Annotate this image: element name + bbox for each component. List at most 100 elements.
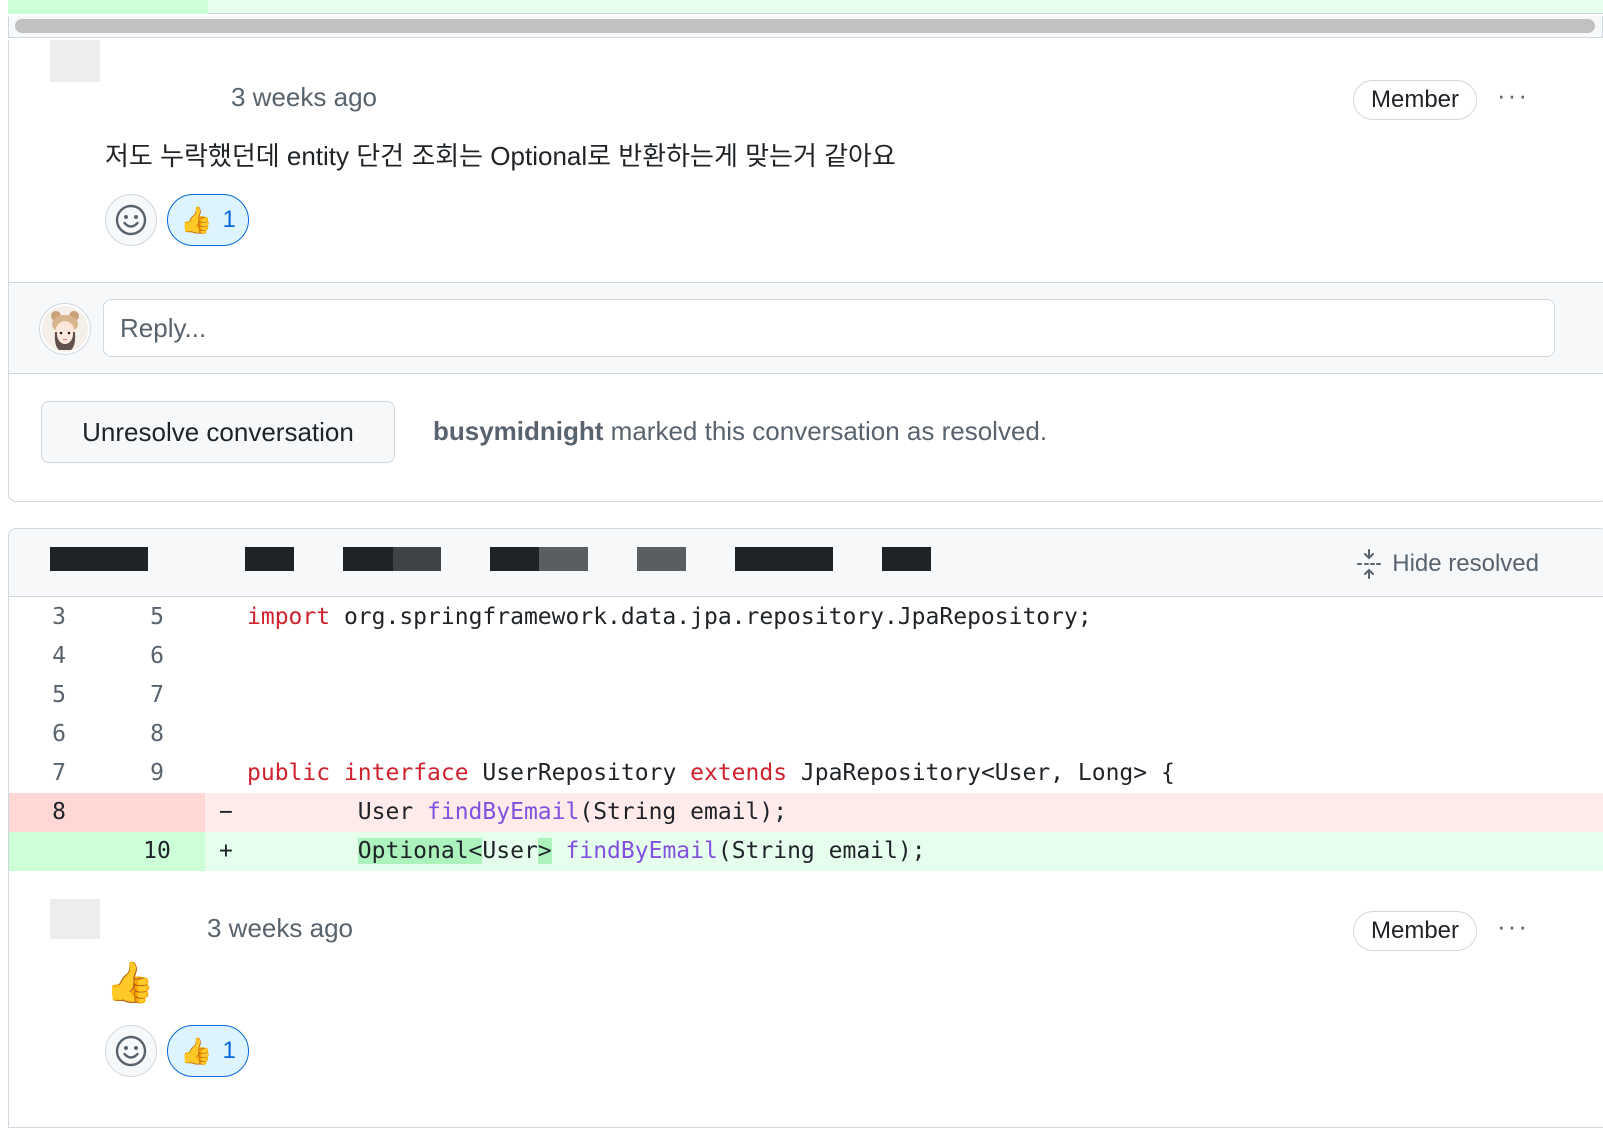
reactions-bar: 👍 1 <box>105 194 249 246</box>
kebab-menu-icon[interactable]: ··· <box>1497 80 1529 111</box>
code-token: > <box>537 838 552 864</box>
old-line-number[interactable]: 6 <box>9 715 109 754</box>
diff-line: 7 9 public interface UserRepository extend… <box>9 754 1603 793</box>
diff-sign <box>219 715 247 754</box>
code-token: public <box>247 760 331 786</box>
fold-icon <box>1357 549 1382 579</box>
horizontal-scrollbar[interactable] <box>8 16 1603 38</box>
comment-body: 저도 누락했던데 entity 단건 조회는 Optional로 반환하는게 맞… <box>105 141 896 171</box>
code-token: User <box>482 838 538 864</box>
scrollbar-thumb[interactable] <box>15 19 1595 33</box>
new-line-number[interactable]: 9 <box>109 754 205 793</box>
redacted-filename <box>343 547 393 571</box>
diff-sign: − <box>219 799 233 825</box>
unresolve-conversation-button[interactable]: Unresolve conversation <box>41 401 395 463</box>
new-line-number[interactable]: 5 <box>109 598 205 637</box>
comment-timestamp[interactable]: 3 weeks ago <box>231 82 377 113</box>
reply-input[interactable] <box>103 299 1555 357</box>
diff-sign <box>219 598 247 637</box>
comment-header: 3 weeks ago Member ··· <box>9 40 1603 120</box>
redacted-filename <box>637 547 686 571</box>
thumbs-up-icon: 👍 <box>180 1035 213 1066</box>
comment-header: 3 weeks ago Member ··· <box>9 899 1603 969</box>
diff-table: 3 5 import org.springframework.data.jpa.re… <box>9 598 1603 871</box>
code-token: JpaRepository<User, Long> { <box>787 760 1175 786</box>
diff-line: 8 − User findByEmail(String email); <box>9 793 1603 832</box>
reaction-count: 1 <box>222 1037 236 1064</box>
old-line-number[interactable] <box>9 832 109 871</box>
thumbs-up-reaction[interactable]: 👍 1 <box>167 1025 249 1077</box>
diff-sign <box>219 676 247 715</box>
new-line-number[interactable]: 7 <box>109 676 205 715</box>
resolved-status-text: marked this conversation as resolved. <box>610 416 1048 446</box>
redacted-filename <box>539 547 588 571</box>
current-user-avatar <box>39 303 91 355</box>
file-header: Hide resolved <box>9 529 1603 597</box>
code-token: Optional< <box>357 838 483 864</box>
diff-sign <box>219 637 247 676</box>
redacted-filename <box>245 547 294 571</box>
new-line-number[interactable]: 8 <box>109 715 205 754</box>
old-line-number[interactable]: 5 <box>9 676 109 715</box>
avatar[interactable] <box>50 40 100 82</box>
thumbs-up-icon: 👍 <box>180 204 213 235</box>
smiley-icon <box>115 204 147 236</box>
code-token: User <box>247 799 428 825</box>
reactions-bar: 👍 1 <box>105 1025 249 1077</box>
resolved-by-user[interactable]: busymidnight <box>433 416 603 446</box>
code-line: public interface UserRepository extends … <box>247 754 1175 793</box>
diff-sign: + <box>219 838 233 864</box>
diff-line: 3 5 import org.springframework.data.jpa.re… <box>9 598 1603 637</box>
code-line: import org.springframework.data.jpa.repo… <box>247 598 1092 637</box>
previous-diff-gutter <box>8 0 208 14</box>
code-token: (String email); <box>579 799 788 825</box>
kebab-menu-icon[interactable]: ··· <box>1497 911 1529 942</box>
redacted-filename <box>391 547 441 571</box>
smiley-icon <box>115 1035 147 1067</box>
diff-sign <box>219 754 247 793</box>
code-token: findByEmail <box>565 838 718 864</box>
redacted-filename <box>50 547 148 571</box>
resolved-status: busymidnight marked this conversation as… <box>433 416 1047 447</box>
code-line: Optional<User> findByEmail(String email)… <box>247 832 926 871</box>
reaction-count: 1 <box>222 206 236 233</box>
comment-timestamp[interactable]: 3 weeks ago <box>207 913 353 944</box>
code-token: findByEmail <box>427 799 580 825</box>
code-token: (String email); <box>717 838 926 864</box>
new-line-number[interactable] <box>109 793 205 832</box>
code-line: User findByEmail(String email); <box>247 793 787 832</box>
code-token: extends <box>690 760 788 786</box>
code-token: org.springframework.data.jpa.repository.… <box>330 604 1092 630</box>
new-line-number[interactable]: 6 <box>109 637 205 676</box>
diff-line: 10 + Optional<User> findByEmail(String em… <box>9 832 1603 871</box>
old-line-number[interactable]: 4 <box>9 637 109 676</box>
diff-line: 68 <box>9 715 1603 754</box>
comment-body-emoji: 👍 <box>105 961 155 1005</box>
add-reaction-button[interactable] <box>105 194 157 246</box>
redacted-filename <box>735 547 833 571</box>
hide-resolved-button[interactable]: Hide resolved <box>1356 549 1539 579</box>
review-thread-2: Hide resolved 3 5 import org.springframewo… <box>8 528 1603 1128</box>
old-line-number[interactable]: 7 <box>9 754 109 793</box>
old-line-number[interactable]: 8 <box>9 793 109 832</box>
hide-resolved-label: Hide resolved <box>1392 550 1539 577</box>
reply-row <box>9 282 1603 374</box>
code-token: UserRepository <box>468 760 691 786</box>
new-line-number[interactable]: 10 <box>109 832 205 871</box>
avatar[interactable] <box>50 899 100 939</box>
old-line-number[interactable]: 3 <box>9 598 109 637</box>
redacted-filename <box>490 547 540 571</box>
add-reaction-button[interactable] <box>105 1025 157 1077</box>
code-token: import <box>247 604 331 630</box>
previous-diff-line <box>8 0 1603 14</box>
diff-line: 46 <box>9 637 1603 676</box>
diff-line: 57 <box>9 676 1603 715</box>
review-thread-1: 3 weeks ago Member ··· 저도 누락했던데 entity 단… <box>8 40 1603 502</box>
member-badge: Member <box>1353 80 1477 120</box>
member-badge: Member <box>1353 911 1477 951</box>
redacted-filename <box>882 547 931 571</box>
thumbs-up-reaction[interactable]: 👍 1 <box>167 194 249 246</box>
